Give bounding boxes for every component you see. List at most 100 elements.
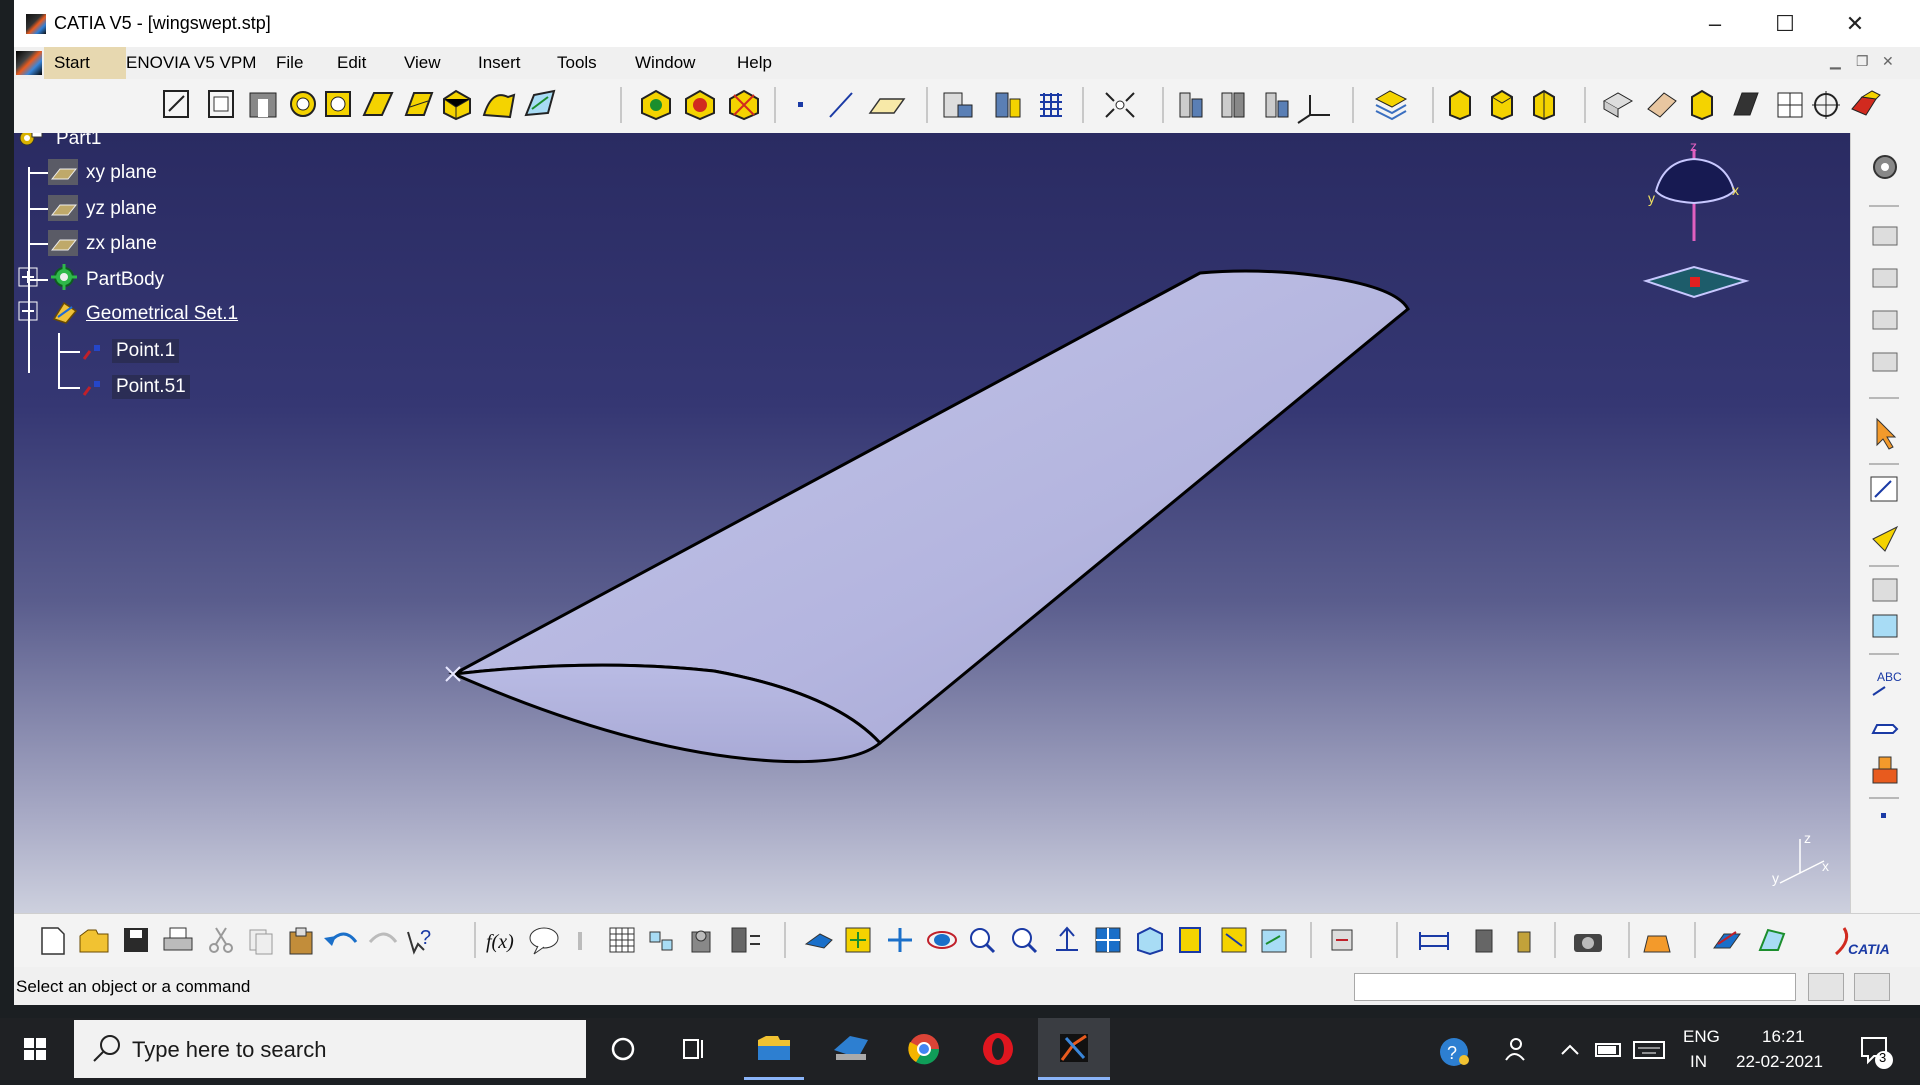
iso-icon[interactable]: [1137, 926, 1163, 956]
design-table-icon[interactable]: [649, 931, 673, 951]
edges-icon[interactable]: [1733, 92, 1759, 116]
multi-view-icon[interactable]: [1095, 927, 1121, 953]
line-icon[interactable]: [829, 92, 853, 118]
menu-view[interactable]: View: [404, 53, 441, 73]
swap-icon[interactable]: [1261, 929, 1287, 953]
chrome-icon[interactable]: [908, 1034, 940, 1065]
material-icon[interactable]: [1851, 90, 1881, 116]
assembly-icon[interactable]: [1872, 310, 1898, 330]
rotate-icon[interactable]: [927, 931, 957, 949]
pan-icon[interactable]: [888, 928, 912, 952]
axis-icon[interactable]: [1265, 92, 1289, 118]
new-icon[interactable]: [41, 927, 65, 955]
menu-enovia[interactable]: ENOVIA V5 VPM: [126, 53, 256, 73]
undo-icon[interactable]: [324, 932, 358, 946]
opera-icon[interactable]: [983, 1033, 1013, 1065]
product-structure-icon[interactable]: [1872, 268, 1898, 288]
point-icon[interactable]: [798, 102, 803, 107]
language-top[interactable]: ENG: [1683, 1027, 1720, 1047]
help-icon[interactable]: ?: [407, 927, 431, 955]
minimize-button[interactable]: –: [1680, 0, 1750, 47]
comment-icon[interactable]: [529, 927, 559, 955]
rib-surface-icon[interactable]: [524, 89, 556, 117]
3d-viewport[interactable]: Part1 xy plane yz plane zx plane PartBod…: [14, 133, 1850, 913]
chevron-up-icon[interactable]: [1561, 1044, 1579, 1055]
analysis-icon[interactable]: [943, 92, 973, 118]
clock-time[interactable]: 16:21: [1762, 1027, 1805, 1047]
revolve-surface-icon[interactable]: [685, 89, 715, 121]
zoom-in-icon[interactable]: [970, 928, 996, 954]
sketch-analysis-icon[interactable]: [1221, 92, 1245, 118]
open-icon[interactable]: [79, 929, 109, 953]
plane-icon[interactable]: [868, 98, 906, 114]
catia-logo-icon[interactable]: CATIA: [1834, 927, 1890, 957]
menu-file[interactable]: File: [276, 53, 303, 73]
product-icon[interactable]: [1872, 226, 1898, 246]
close-button[interactable]: ✕: [1820, 0, 1890, 47]
cortana-icon[interactable]: [611, 1037, 635, 1061]
compass-icon[interactable]: [1812, 91, 1840, 119]
dimension-icon[interactable]: [1872, 614, 1898, 638]
fit-all-icon[interactable]: [845, 927, 871, 953]
help-tray-icon[interactable]: ?: [1440, 1038, 1469, 1066]
mass-icon[interactable]: [1475, 929, 1493, 953]
geometry-analysis-icon[interactable]: [1758, 928, 1786, 951]
table-icon[interactable]: [609, 927, 635, 953]
menu-edit[interactable]: Edit: [337, 53, 366, 73]
inertia-icon[interactable]: [1517, 931, 1531, 953]
sweep-icon[interactable]: [482, 93, 516, 119]
render-icon[interactable]: [1602, 92, 1634, 118]
multi-section-solid-icon[interactable]: [443, 89, 471, 121]
shading-icon[interactable]: [1647, 92, 1677, 118]
apply-material-icon[interactable]: [1643, 935, 1671, 953]
windows-start-button[interactable]: [0, 1018, 72, 1080]
select-arrow-icon[interactable]: [1876, 417, 1897, 450]
catia-logo-icon[interactable]: [16, 51, 42, 75]
extrude-surface-icon[interactable]: [641, 89, 671, 121]
clock-date[interactable]: 22-02-2021: [1736, 1052, 1823, 1072]
flag-note-icon[interactable]: [1871, 724, 1899, 734]
copy-icon[interactable]: [249, 929, 273, 955]
battery-icon[interactable]: [1595, 1043, 1621, 1057]
menu-tools[interactable]: Tools: [557, 53, 597, 73]
status-command-button[interactable]: [1808, 973, 1844, 1001]
action-center-icon[interactable]: [1861, 1037, 1893, 1069]
measure-icon[interactable]: [995, 92, 1021, 118]
catalog-icon[interactable]: [691, 930, 711, 953]
front-view-icon[interactable]: [1491, 89, 1513, 121]
status-stop-button[interactable]: [1854, 973, 1890, 1001]
slot-icon[interactable]: [404, 92, 434, 116]
doc-close-button[interactable]: ✕: [1882, 53, 1894, 70]
hidden-icon[interactable]: [1777, 92, 1803, 118]
pocket-icon[interactable]: [249, 92, 277, 118]
menu-insert[interactable]: Insert: [478, 53, 521, 73]
paste-icon[interactable]: [289, 927, 313, 955]
maximize-button[interactable]: ☐: [1750, 0, 1820, 47]
keyboard-icon[interactable]: [1633, 1041, 1665, 1059]
constraint-icon[interactable]: [1872, 578, 1898, 602]
formula-icon[interactable]: f(x): [486, 931, 514, 953]
fit-all-icon[interactable]: [1105, 92, 1135, 118]
print-icon[interactable]: [163, 927, 193, 951]
measure-between-icon[interactable]: [1331, 929, 1353, 951]
layer-icon[interactable]: [1374, 90, 1408, 121]
people-icon[interactable]: [1505, 1038, 1525, 1061]
top-view-icon[interactable]: [1533, 89, 1555, 121]
stamp-icon[interactable]: [1872, 756, 1898, 784]
compass-widget[interactable]: z x y: [1634, 141, 1754, 311]
multi-view-icon[interactable]: [1179, 92, 1203, 118]
shading-icon[interactable]: [1179, 927, 1201, 953]
shaft-icon[interactable]: [290, 91, 316, 117]
cut-icon[interactable]: [209, 927, 233, 953]
pad-icon[interactable]: [208, 90, 234, 118]
capture-icon[interactable]: [1574, 934, 1602, 952]
point-icon[interactable]: [1881, 813, 1886, 818]
redo-icon[interactable]: [368, 932, 398, 944]
catia-app-icon[interactable]: [26, 14, 46, 34]
command-input[interactable]: [1354, 973, 1796, 1001]
hide-show-icon[interactable]: [1221, 927, 1247, 953]
solid-icon[interactable]: [1691, 89, 1713, 121]
hole-icon[interactable]: [325, 91, 351, 117]
doc-minimize-button[interactable]: ▁: [1830, 53, 1841, 70]
sketch-analysis-icon[interactable]: [1713, 931, 1741, 949]
